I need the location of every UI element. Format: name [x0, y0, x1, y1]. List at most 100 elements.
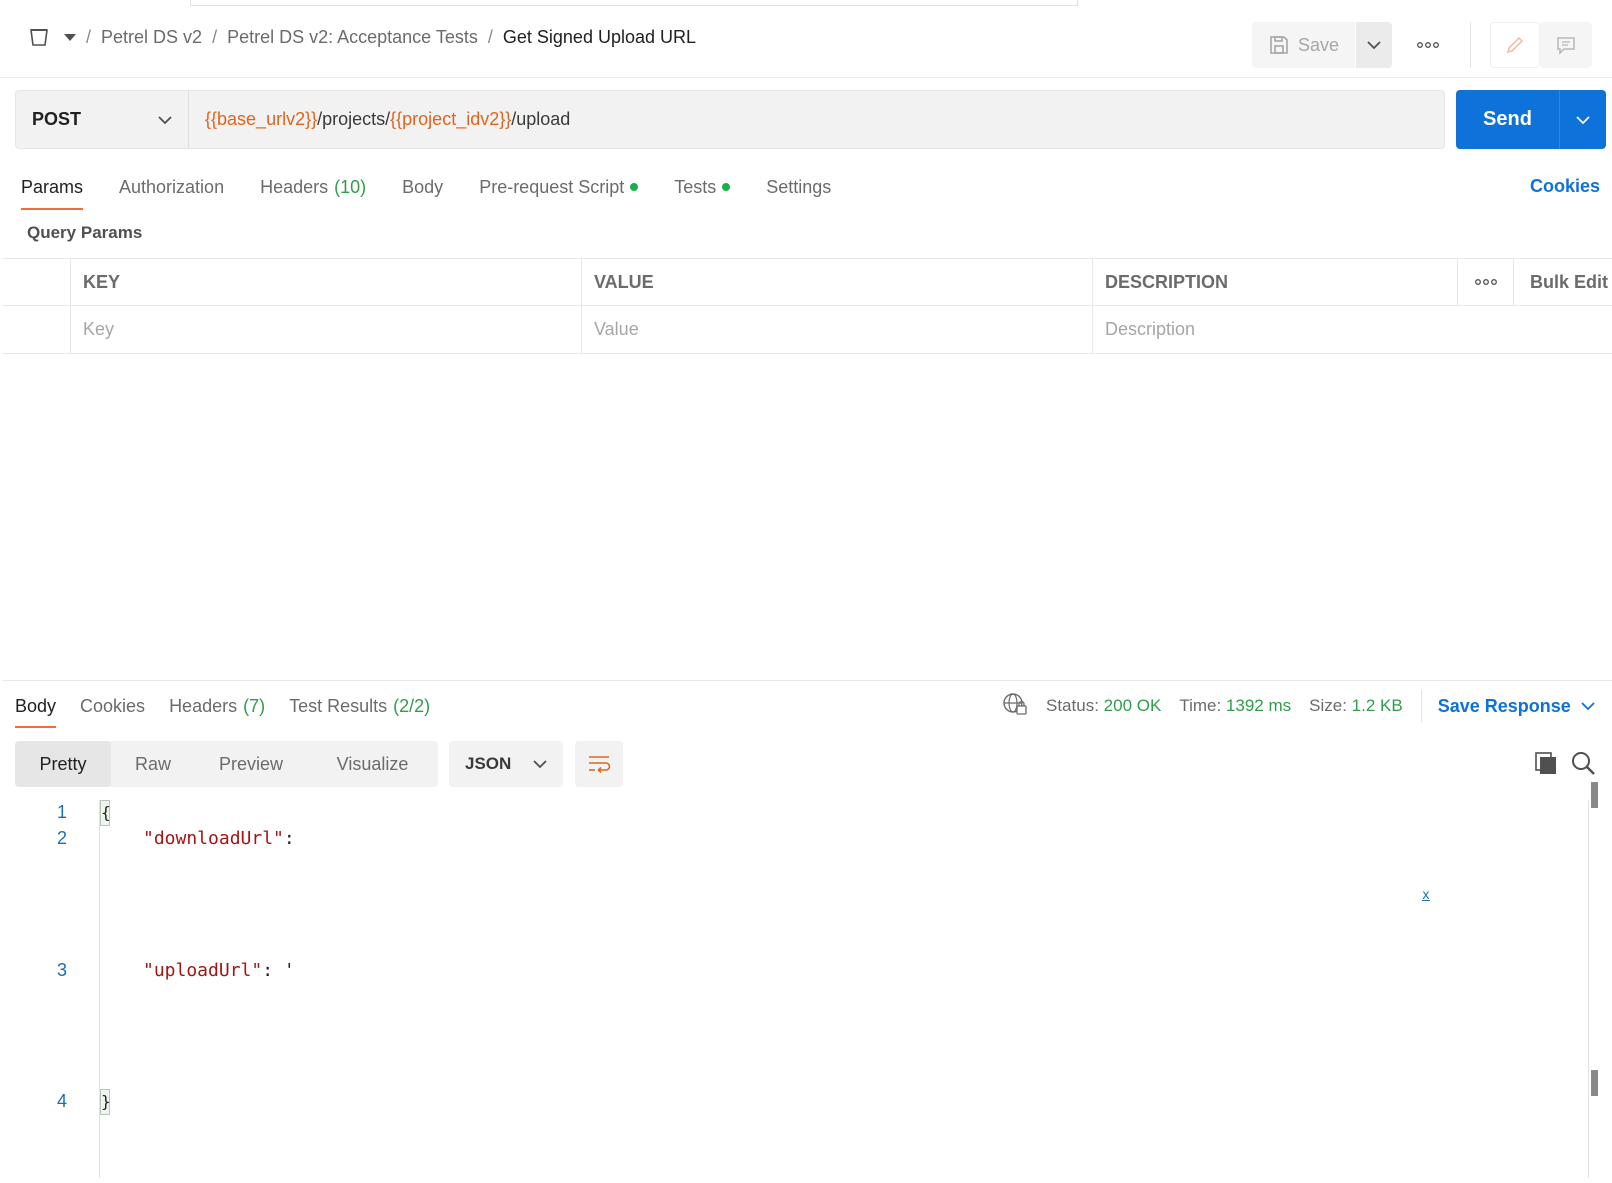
save-label: Save	[1297, 34, 1340, 55]
method-label: POST	[32, 109, 82, 129]
url-variable[interactable]: {{project_idv2}}	[390, 109, 511, 130]
tab-label: Test Results	[289, 695, 388, 716]
breadcrumb-separator: /	[212, 26, 218, 47]
time-value[interactable]: 1392 ms	[1226, 696, 1291, 715]
row-checkbox[interactable]	[3, 306, 71, 353]
tab-test-results[interactable]: Test Results (2/2)	[289, 693, 430, 719]
tab-label: Settings	[766, 176, 832, 197]
tab-response-body[interactable]: Body	[15, 693, 57, 728]
view-pretty-button[interactable]: Pretty	[15, 741, 111, 787]
line-number: 1	[57, 802, 68, 822]
json-key-upload-url: "uploadUrl"	[143, 960, 263, 981]
cookies-link[interactable]: Cookies	[1530, 176, 1600, 197]
tab-headers[interactable]: Headers (10)	[260, 172, 366, 202]
gutter-divider	[99, 800, 100, 1178]
breadcrumb-collection[interactable]: Petrel DS v2	[101, 27, 202, 48]
view-raw-button[interactable]: Raw	[111, 741, 195, 787]
comments-button[interactable]	[1540, 22, 1592, 68]
time-label: Time:	[1179, 696, 1222, 715]
scrollbar-thumb-top[interactable]	[1591, 782, 1598, 808]
tab-label: Headers	[260, 176, 329, 197]
key-input[interactable]: Key	[71, 306, 582, 353]
line-number: 4	[57, 1091, 68, 1111]
view-visualize-button[interactable]: Visualize	[307, 741, 438, 787]
meta-divider	[1420, 690, 1422, 722]
size-value[interactable]: 1.2 KB	[1352, 696, 1403, 715]
tab-tests[interactable]: Tests	[674, 172, 731, 202]
json-key-download-url: "downloadUrl"	[143, 828, 284, 849]
url-segment: /projects/	[317, 109, 391, 129]
vertical-scrollbar[interactable]	[1588, 800, 1589, 1178]
send-button[interactable]: Send	[1456, 90, 1560, 149]
tab-body[interactable]: Body	[402, 172, 443, 202]
request-header: / Petrel DS v2 / Petrel DS v2: Acceptanc…	[0, 6, 1612, 78]
tab-settings[interactable]: Settings	[766, 172, 831, 202]
tab-params[interactable]: Params	[21, 172, 84, 210]
size-label: Size:	[1309, 696, 1347, 715]
format-select[interactable]: JSON	[449, 741, 563, 787]
chevron-down-icon	[1576, 115, 1590, 124]
value-input[interactable]: Value	[582, 306, 1093, 353]
wrap-lines-icon	[589, 756, 611, 774]
response-tabs: Body Cookies Headers (7) Test Results (2/2…	[15, 693, 454, 728]
request-name[interactable]: Get Signed Upload URL	[503, 27, 696, 48]
description-input[interactable]: Description	[1093, 306, 1516, 353]
tab-response-cookies[interactable]: Cookies	[80, 693, 145, 719]
ellipsis-icon	[1474, 279, 1497, 285]
status-label: Status:	[1046, 696, 1099, 715]
checkbox-column	[3, 259, 71, 305]
wrap-lines-button[interactable]	[575, 741, 623, 787]
bulk-edit-button[interactable]: Bulk Edit	[1514, 259, 1612, 305]
response-body-editor[interactable]: 1 { 2 "downloadUrl": x 3 "uploadUrl": ' …	[15, 782, 1598, 1178]
tab-authorization[interactable]: Authorization	[119, 172, 224, 202]
save-options-button[interactable]	[1356, 22, 1392, 68]
tab-label: Pre-request Script	[479, 176, 625, 197]
column-header-value: VALUE	[582, 259, 1093, 305]
tab-label: Body	[402, 176, 444, 197]
send-button-group: Send	[1456, 90, 1606, 149]
save-button[interactable]: Save	[1252, 22, 1355, 68]
send-options-button[interactable]	[1560, 90, 1606, 149]
chevron-down-icon	[1581, 702, 1595, 711]
column-options-button[interactable]	[1458, 259, 1514, 305]
tab-label: Params	[21, 176, 84, 197]
breadcrumb-separator: /	[487, 26, 493, 47]
fold-marker-icon[interactable]: x	[1422, 888, 1430, 903]
response-meta: Status: 200 OK Time: 1392 ms Size: 1.2 K…	[1002, 690, 1595, 722]
url-segment: /upload	[511, 109, 571, 129]
url-variable[interactable]: {{base_urlv2}}	[205, 109, 317, 130]
method-select[interactable]: POST	[16, 91, 189, 148]
status-value[interactable]: 200 OK	[1104, 696, 1162, 715]
chevron-down-icon[interactable]	[64, 33, 76, 41]
scrollbar-thumb-bottom[interactable]	[1591, 1070, 1598, 1096]
request-tabs: Params Authorization Headers (10) Body Pr…	[21, 172, 867, 210]
breadcrumb: / Petrel DS v2 / Petrel DS v2: Acceptanc…	[28, 26, 696, 48]
tab-pre-request-script[interactable]: Pre-request Script	[479, 172, 639, 202]
edit-button[interactable]	[1490, 22, 1540, 68]
params-table: KEY VALUE DESCRIPTION Bulk Edit Key Valu…	[3, 258, 1612, 354]
breadcrumb-folder[interactable]: Petrel DS v2: Acceptance Tests	[227, 27, 478, 48]
search-icon[interactable]	[1570, 750, 1596, 776]
header-divider	[1470, 22, 1471, 68]
test-results-count: (2/2)	[393, 695, 431, 716]
view-mode-group: Pretty Raw Preview Visualize	[15, 741, 438, 787]
chevron-down-icon	[158, 115, 172, 124]
format-label: JSON	[465, 754, 512, 773]
network-globe-icon[interactable]	[1002, 692, 1028, 721]
headers-count: (7)	[243, 695, 266, 716]
url-input[interactable]: {{base_urlv2}} /projects/ {{project_idv2…	[189, 91, 570, 148]
save-response-button[interactable]: Save Response	[1438, 696, 1595, 717]
size-readout: Size: 1.2 KB	[1309, 696, 1403, 716]
response-divider[interactable]	[3, 680, 1612, 681]
chevron-down-icon	[533, 760, 547, 769]
ellipsis-icon	[1417, 42, 1439, 48]
status-dot-icon	[722, 183, 731, 191]
pencil-icon	[1506, 36, 1524, 54]
column-header-description: DESCRIPTION	[1093, 259, 1458, 305]
copy-icon[interactable]	[1533, 750, 1559, 776]
collection-icon[interactable]	[28, 26, 50, 48]
tab-response-headers[interactable]: Headers (7)	[169, 693, 265, 719]
tab-label: Headers	[169, 695, 238, 716]
view-preview-button[interactable]: Preview	[195, 741, 307, 787]
more-actions-button[interactable]	[1408, 22, 1448, 68]
